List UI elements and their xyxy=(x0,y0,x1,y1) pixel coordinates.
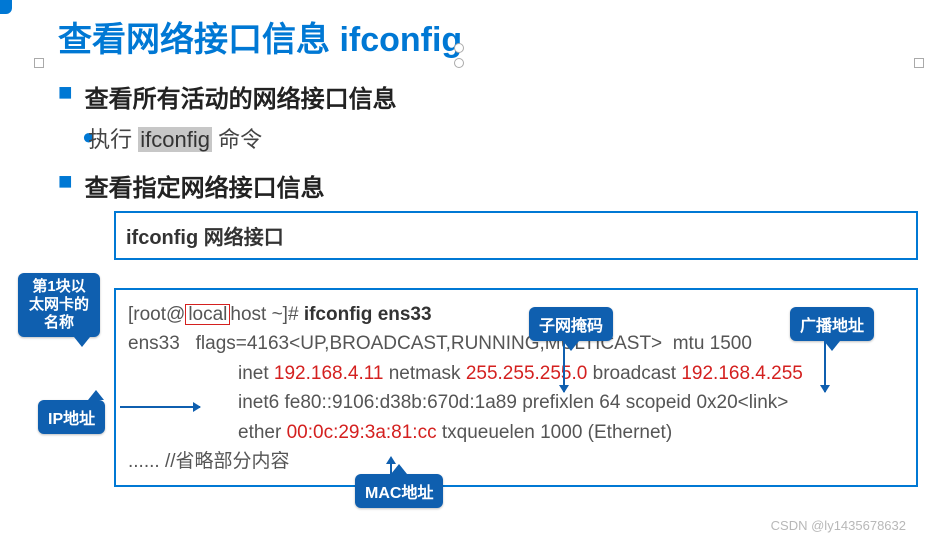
callout-mac: MAC地址 xyxy=(355,474,443,508)
prompt-pre: [root@ xyxy=(128,304,185,325)
prompt-post: host ~]# xyxy=(230,304,303,325)
bullet-1-sub-text: 执行 ifconfig 命令 xyxy=(88,127,262,152)
square-bullet-icon: ■ xyxy=(58,168,78,196)
callout-ip: IP地址 xyxy=(38,400,105,434)
output-line-5: ether 00:0c:29:3a:81:cc txqueuelen 1000 … xyxy=(128,418,904,447)
arrow-bcast xyxy=(824,340,826,392)
bullet-1-text: 查看所有活动的网络接口信息 xyxy=(85,86,397,113)
output-line-3: inet 192.168.4.11 netmask 255.255.255.0 … xyxy=(128,359,904,388)
rotate-handle[interactable] xyxy=(454,43,464,53)
mac-value: 00:0c:29:3a:81:cc xyxy=(287,422,437,443)
output-line-2: ens33 flags=4163<UP,BROADCAST,RUNNING,MU… xyxy=(128,329,904,358)
bullet-2: ■ 查看指定网络接口信息 xyxy=(58,168,930,211)
sub-pre: 执行 xyxy=(88,127,138,152)
deco-corner xyxy=(0,0,12,14)
inet-label: inet xyxy=(238,363,274,384)
arrow-ip xyxy=(120,406,200,408)
callout-netmask: 子网掩码 xyxy=(529,307,613,341)
slide-title: 查看网络接口信息 ifconfig xyxy=(0,0,930,61)
bullet-1: ■ 查看所有活动的网络接口信息 xyxy=(58,79,930,120)
typed-command: ifconfig ens33 xyxy=(304,304,432,325)
annot-redbox: local xyxy=(185,304,230,325)
inet6-text: inet6 fe80::9106:d38b:670d:1a89 prefixle… xyxy=(238,392,788,413)
command-box: ifconfig 网络接口 xyxy=(114,211,918,260)
square-bullet-icon: ■ xyxy=(58,79,78,107)
sub-highlight: ifconfig xyxy=(138,127,212,152)
output-line-1: [root@localhost ~]# ifconfig ens33 xyxy=(128,300,904,329)
bullet-1-sub: ● 执行 ifconfig 命令 xyxy=(58,120,930,168)
dot-bullet-icon: ● xyxy=(58,124,82,150)
ether-post: txqueuelen 1000 (Ethernet) xyxy=(437,422,673,443)
output-line-6: ...... //省略部分内容 xyxy=(128,447,904,476)
bcast-value: 192.168.4.255 xyxy=(681,363,803,384)
callout-broadcast: 广播地址 xyxy=(790,307,874,341)
ip-value: 192.168.4.11 xyxy=(274,363,384,384)
callout-nic-name: 第1块以太网卡的名称 xyxy=(18,273,100,337)
arrow-mac xyxy=(390,462,392,476)
bcast-label: broadcast xyxy=(587,363,681,384)
slide-body: ■ 查看所有活动的网络接口信息 ● 执行 ifconfig 命令 ■ 查看指定网… xyxy=(0,61,930,487)
mtu-text: mtu 1500 xyxy=(673,333,752,354)
sub-post: 命令 xyxy=(212,127,262,152)
mask-label: netmask xyxy=(383,363,465,384)
arrow-mask xyxy=(563,340,565,392)
mask-value: 255.255.255.0 xyxy=(466,363,588,384)
watermark: CSDN @ly1435678632 xyxy=(771,518,906,533)
iface-name: ens33 xyxy=(128,333,180,354)
bullet-2-text: 查看指定网络接口信息 xyxy=(85,175,325,202)
ether-label: ether xyxy=(238,422,287,443)
output-line-4: inet6 fe80::9106:d38b:670d:1a89 prefixle… xyxy=(128,388,904,417)
